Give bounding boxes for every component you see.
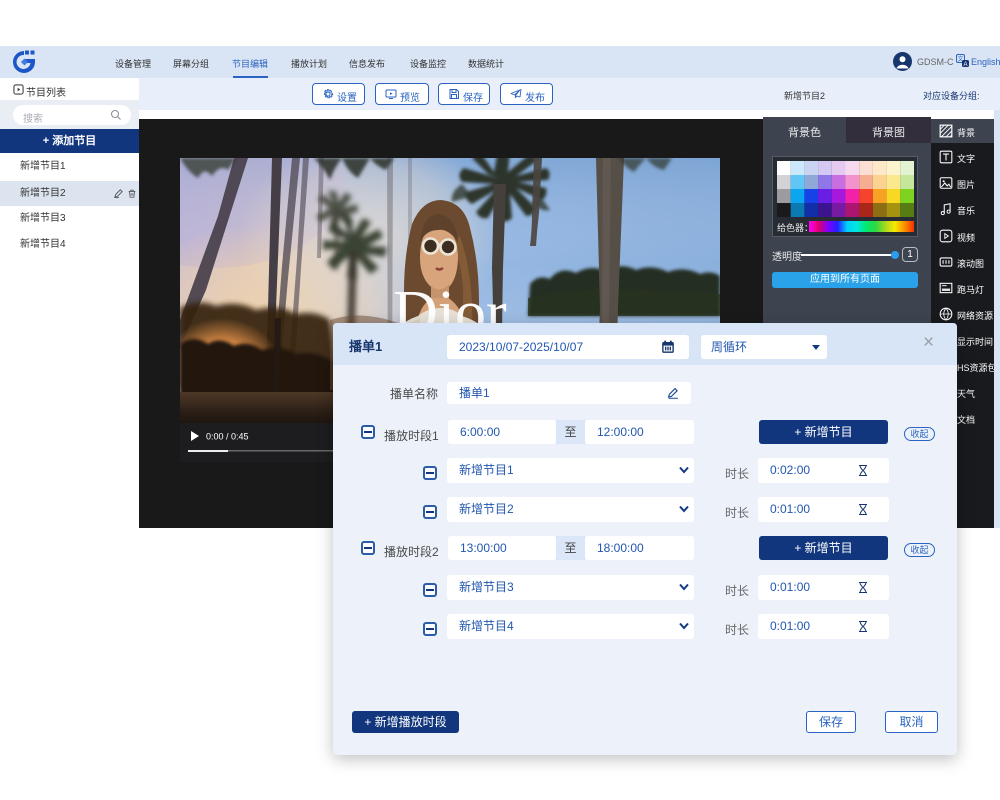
svg-text:0:00 / 0:45: 0:00 / 0:45 — [206, 432, 249, 442]
svg-text:A: A — [963, 62, 967, 67]
